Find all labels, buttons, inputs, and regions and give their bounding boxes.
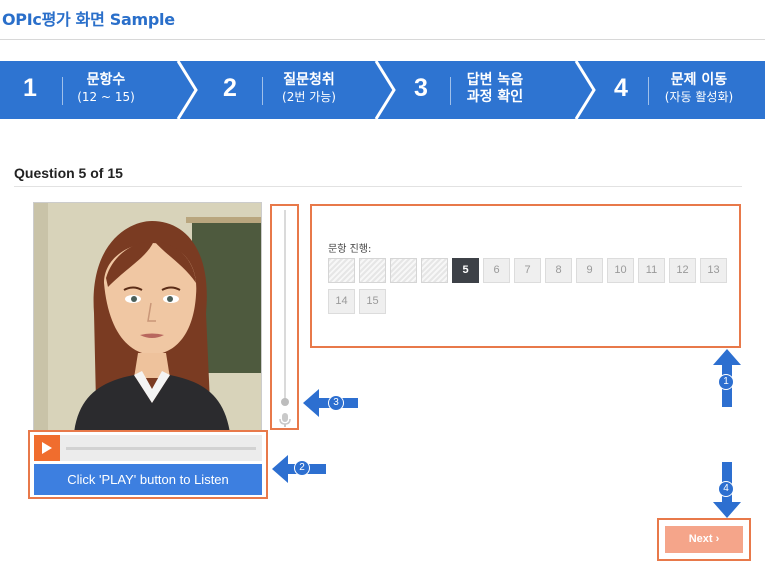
next-button-frame: Next › bbox=[657, 518, 751, 561]
step-subtitle: 과정 확인 bbox=[466, 89, 524, 105]
step-number: 4 bbox=[614, 74, 628, 102]
volume-handle[interactable] bbox=[281, 398, 289, 406]
step-number: 2 bbox=[223, 74, 237, 102]
step-label: 질문청취 (2번 가능) bbox=[274, 72, 344, 106]
play-button[interactable] bbox=[34, 435, 60, 461]
question-item-4 bbox=[421, 258, 448, 283]
title-divider bbox=[0, 39, 765, 40]
callout-badge-2: 2 bbox=[294, 460, 310, 476]
question-item-1 bbox=[328, 258, 355, 283]
step-divider bbox=[450, 77, 451, 105]
step-subtitle: (2번 가능) bbox=[282, 90, 336, 104]
question-heading: Question 5 of 15 bbox=[14, 165, 123, 181]
question-item-11: 11 bbox=[638, 258, 665, 283]
step-divider bbox=[262, 77, 263, 105]
step-subtitle: (12 ~ 15) bbox=[77, 90, 135, 104]
callout-badge-3: 3 bbox=[328, 395, 344, 411]
page-title: OPIc평가 화면 Sample bbox=[2, 10, 175, 29]
callout-badge-4: 4 bbox=[718, 481, 734, 497]
step-label: 문항수 (12 ~ 15) bbox=[72, 72, 140, 106]
audio-progress-track[interactable] bbox=[66, 447, 256, 450]
question-item-7: 7 bbox=[514, 258, 541, 283]
volume-meter bbox=[270, 204, 299, 430]
question-item-10: 10 bbox=[607, 258, 634, 283]
volume-track[interactable] bbox=[284, 210, 286, 400]
step-banner: 1 문항수 (12 ~ 15) 2 질문청취 (2번 가능) 3 답변 녹음 과… bbox=[0, 61, 765, 119]
question-item-12: 12 bbox=[669, 258, 696, 283]
step-number: 1 bbox=[23, 74, 37, 102]
next-button[interactable]: Next › bbox=[665, 526, 743, 553]
callout-badge-1: 1 bbox=[718, 374, 734, 390]
step-divider bbox=[62, 77, 63, 105]
step-4: 4 문제 이동 (자동 활성화) bbox=[588, 61, 765, 119]
question-progress-panel: 문항 진행: 5 6 7 8 9 10 11 12 13 14 15 bbox=[310, 204, 741, 348]
step-title: 답변 녹음 bbox=[466, 72, 524, 88]
question-item-3 bbox=[390, 258, 417, 283]
question-item-9: 9 bbox=[576, 258, 603, 283]
step-1: 1 문항수 (12 ~ 15) bbox=[0, 61, 190, 119]
microphone-icon bbox=[279, 413, 291, 427]
question-item-2 bbox=[359, 258, 386, 283]
step-divider bbox=[648, 77, 649, 105]
progress-label: 문항 진행: bbox=[328, 244, 372, 255]
step-subtitle: (자동 활성화) bbox=[664, 90, 734, 104]
avatar-image bbox=[33, 202, 262, 432]
step-number: 3 bbox=[414, 74, 428, 102]
step-title: 문항수 bbox=[86, 72, 126, 88]
avatar-illustration bbox=[34, 203, 261, 431]
player-controls bbox=[34, 435, 262, 461]
step-3: 3 답변 녹음 과정 확인 bbox=[388, 61, 578, 119]
question-item-5: 5 bbox=[452, 258, 479, 283]
step-label: 답변 녹음 과정 확인 bbox=[460, 72, 530, 106]
step-2: 2 질문청취 (2번 가능) bbox=[190, 61, 380, 119]
audio-player: Click 'PLAY' button to Listen bbox=[28, 430, 268, 499]
question-item-8: 8 bbox=[545, 258, 572, 283]
question-divider bbox=[14, 186, 742, 187]
question-item-6: 6 bbox=[483, 258, 510, 283]
step-label: 문제 이동 (자동 활성화) bbox=[656, 72, 742, 106]
step-title: 질문청취 bbox=[283, 72, 335, 88]
play-icon bbox=[42, 442, 52, 454]
question-item-15: 15 bbox=[359, 289, 386, 314]
step-title: 문제 이동 bbox=[670, 72, 728, 88]
question-item-14: 14 bbox=[328, 289, 355, 314]
question-item-13: 13 bbox=[700, 258, 727, 283]
listen-instruction-bar[interactable]: Click 'PLAY' button to Listen bbox=[34, 464, 262, 495]
